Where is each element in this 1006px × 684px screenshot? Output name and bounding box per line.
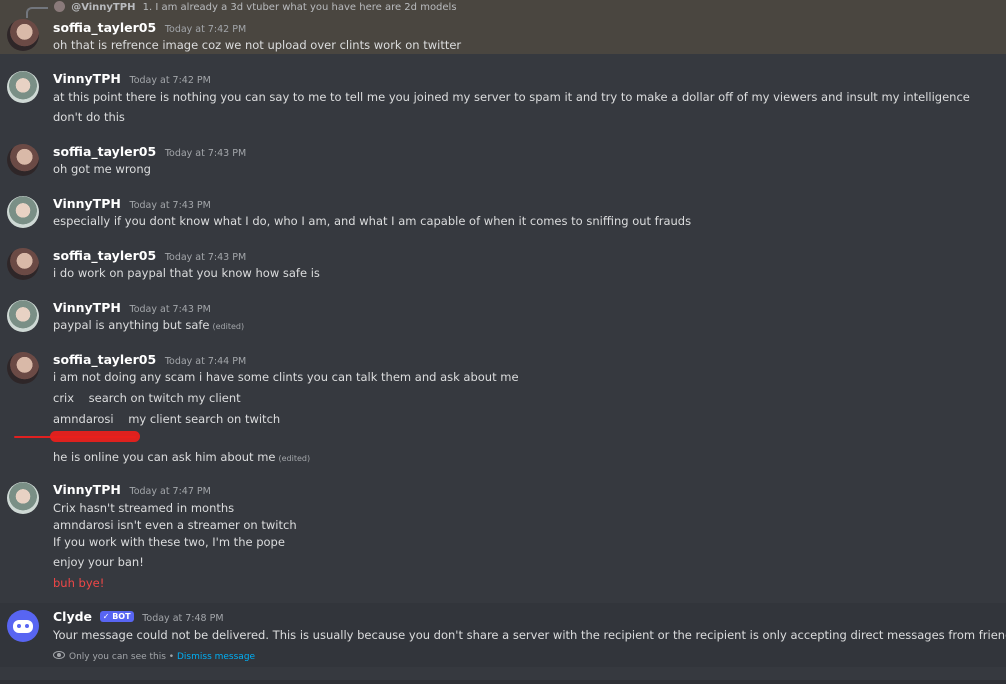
avatar[interactable] [7,248,39,280]
message-header: soffia_tayler05 Today at 7:43 PM [53,248,246,264]
avatar[interactable] [7,144,39,176]
username[interactable]: Clyde [53,609,92,624]
username[interactable]: soffia_tayler05 [53,144,156,159]
message-text: amndarosi isn't even a streamer on twitc… [53,518,297,532]
message-text: crix search on twitch my client [53,391,241,405]
avatar[interactable] [7,196,39,228]
reply-author[interactable]: @VinnyTPH [71,2,135,13]
reply-avatar [54,1,65,12]
timestamp: Today at 7:43 PM [129,304,211,315]
username[interactable]: soffia_tayler05 [53,248,156,263]
username[interactable]: VinnyTPH [53,71,121,86]
message-text: especially if you dont know what I do, w… [53,214,692,228]
timestamp: Today at 7:42 PM [164,24,247,35]
timestamp: Today at 7:47 PM [129,486,211,497]
username[interactable]: soffia_tayler05 [53,20,156,35]
message-text: at this point there is nothing you can s… [53,90,970,104]
timestamp: Today at 7:43 PM [129,200,211,211]
username[interactable]: VinnyTPH [53,482,121,497]
edited-tag: (edited) [212,322,245,331]
message-text: oh got me wrong [53,162,151,176]
reply-spine [26,7,48,18]
message-text: he is online you can ask him about me (ed… [53,450,310,464]
message-text: i am not doing any scam i have some clin… [53,370,519,384]
bot-badge: ✓ BOT [99,611,134,622]
message-text: If you work with these two, I'm the pope [53,535,285,549]
edited-tag: (edited) [278,454,311,463]
bottom-edge [0,680,1006,684]
reply-text[interactable]: 1. I am already a 3d vtuber what you hav… [143,2,457,13]
message-text: paypal is anything but safe (edited) [53,318,244,332]
robot-icon [13,619,33,633]
message-text: Your message could not be delivered. Thi… [53,628,1006,642]
timestamp: Today at 7:42 PM [129,75,211,86]
message-text: Crix hasn't streamed in months [53,501,235,515]
message-text: amndarosi my client search on twitch [53,412,281,426]
message-text-content: paypal is anything but safe [53,318,210,332]
avatar[interactable] [7,19,39,51]
timestamp: Today at 7:43 PM [164,148,247,159]
ephemeral-text: Only you can see this • [69,652,175,662]
eye-icon [53,651,65,659]
message-text: i do work on paypal that you know how sa… [53,266,320,280]
avatar[interactable] [7,482,39,514]
message-text: enjoy your ban! [53,555,144,569]
red-redaction-scribble [14,431,140,443]
avatar[interactable] [7,71,39,103]
dismiss-message-link[interactable]: Dismiss message [177,652,255,662]
timestamp: Today at 7:44 PM [164,356,247,367]
message-text: don't do this [53,110,125,124]
message-text: buh bye! [53,576,105,590]
message-header: VinnyTPH Today at 7:42 PM [53,71,211,87]
ephemeral-note: Only you can see this • Dismiss message [53,651,255,662]
username[interactable]: soffia_tayler05 [53,352,156,367]
username[interactable]: VinnyTPH [53,196,121,211]
message-header: Clyde ✓ BOT Today at 7:48 PM [53,609,224,625]
message-text: oh that is refrence image coz we not upl… [53,38,462,52]
clyde-avatar[interactable] [7,610,39,642]
avatar[interactable] [7,352,39,384]
timestamp: Today at 7:48 PM [142,613,224,624]
avatar[interactable] [7,300,39,332]
username[interactable]: VinnyTPH [53,300,121,315]
message-header: VinnyTPH Today at 7:43 PM [53,300,211,316]
message-header: VinnyTPH Today at 7:47 PM [53,482,211,498]
message-header: soffia_tayler05 Today at 7:42 PM [53,20,246,36]
message-text-content: he is online you can ask him about me [53,450,276,464]
message-header: VinnyTPH Today at 7:43 PM [53,196,211,212]
message-header: soffia_tayler05 Today at 7:44 PM [53,352,246,368]
timestamp: Today at 7:43 PM [164,252,247,263]
reply-preview[interactable]: @VinnyTPH 1. I am already a 3d vtuber wh… [54,1,457,15]
chat-window: @VinnyTPH 1. I am already a 3d vtuber wh… [0,0,1006,684]
message-header: soffia_tayler05 Today at 7:43 PM [53,144,246,160]
